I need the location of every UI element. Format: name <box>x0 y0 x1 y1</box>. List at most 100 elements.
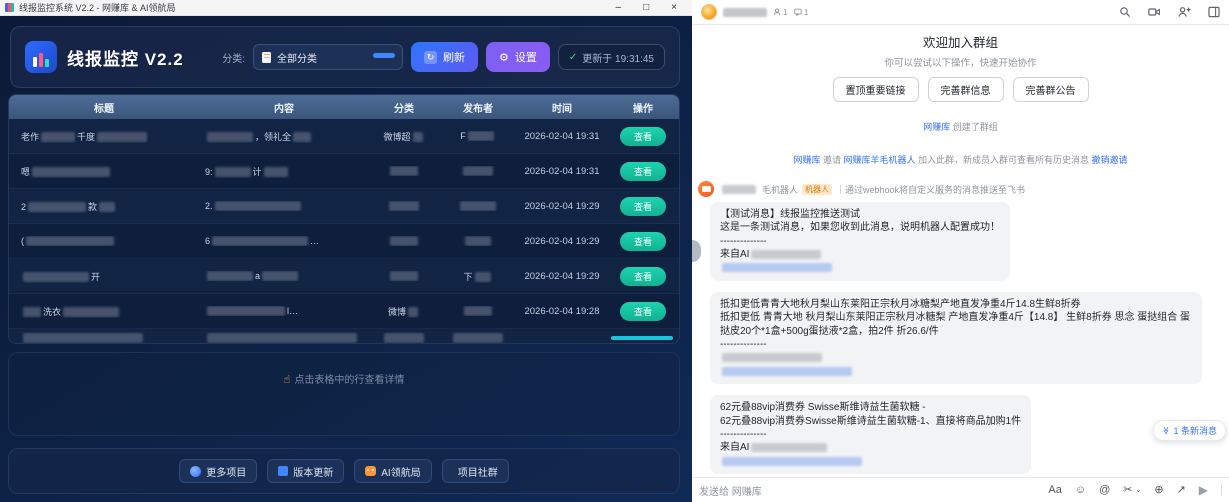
system-messages: 网赚库 创建了群组网赚库 邀请 网赚库羊毛机器人 加入此群，新成员入群可查看所有… <box>692 120 1229 166</box>
send-icon[interactable]: ▶ <box>1199 484 1208 496</box>
screenshot-icon[interactable]: ✂ <box>1123 485 1132 496</box>
system-link[interactable]: 网赚库 <box>793 155 820 165</box>
mention-icon[interactable]: @ <box>1099 485 1110 496</box>
welcome-action-button[interactable]: 置顶重要链接 <box>833 77 919 102</box>
table-row-partial[interactable] <box>9 329 679 344</box>
cell-action: 查看 <box>607 232 679 251</box>
text-fragment: 微博 <box>388 307 406 317</box>
table-row[interactable]: 洗衣l…微博2026-02-04 19:28查看 <box>9 294 679 329</box>
text-fragment: 2. <box>205 201 213 211</box>
video-call-icon[interactable] <box>1148 6 1161 18</box>
text-fragment: 抵扣更低青青大地秋月梨山东莱阳正宗秋月冰糖梨产地直发净重4斤14.8生鲜8折券 <box>720 299 1081 310</box>
emoji-icon[interactable]: ☺ <box>1075 485 1086 496</box>
cell-redacted <box>439 332 517 343</box>
redacted-text <box>97 132 147 142</box>
bot-avatar[interactable] <box>698 181 714 197</box>
view-button[interactable]: 查看 <box>620 232 666 251</box>
redacted-text <box>63 307 119 317</box>
text-fragment: … <box>310 236 319 246</box>
expand-icon[interactable]: ↗ <box>1177 485 1186 496</box>
system-link[interactable]: 撤销邀请 <box>1092 155 1128 165</box>
cell-title: 开 <box>9 270 199 283</box>
category-label: 分类: <box>222 50 245 65</box>
detail-panel: ☝点击表格中的行查看详情 <box>8 352 680 436</box>
refresh-button[interactable]: ↻ 刷新 <box>411 42 478 72</box>
text-fragment: 计 <box>253 167 262 177</box>
message-bubble[interactable]: 62元叠88vip消费券 Swisse斯维诗益生菌软糖 -62元叠88vip消费… <box>710 395 1031 474</box>
group-avatar[interactable] <box>701 4 717 20</box>
cell-action: 查看 <box>607 127 679 146</box>
message-bubble[interactable]: 【测试消息】线报监控推送测试这是一条测试消息，如果您收到此消息，说明机器人配置成… <box>710 202 1010 281</box>
system-link[interactable]: 网赚库羊毛机器人 <box>843 155 915 165</box>
chat-window: 1 1 欢迎加入群组 你可以尝试以下操作，快速开始协作 置顶重要链接完善群信息完… <box>692 0 1229 502</box>
footer-button-robot[interactable]: AI领航局 <box>354 459 431 483</box>
view-button[interactable]: 查看 <box>620 267 666 286</box>
horizontal-scrollbar[interactable] <box>611 336 673 340</box>
format-icon[interactable]: Aa <box>1048 485 1061 496</box>
text-fragment: 62元叠88vip消费券Swisse斯维诗益生菌软糖-1、直接将商品加购1件 <box>720 416 1021 427</box>
close-button[interactable]: × <box>671 3 677 13</box>
view-button[interactable]: 查看 <box>620 302 666 321</box>
app-logo-icon <box>25 41 57 73</box>
thread-count-badge[interactable]: 1 <box>794 7 809 17</box>
system-text: 创建了群组 <box>950 122 998 132</box>
welcome-action-button[interactable]: 完善群公告 <box>1013 77 1089 102</box>
table-row[interactable]: 嗯9:计2026-02-04 19:31查看 <box>9 154 679 189</box>
cell-action: 查看 <box>607 267 679 286</box>
redacted-text <box>215 167 251 177</box>
chevron-down-icon[interactable]: ⌄ <box>1135 487 1141 494</box>
column-header: 发布者 <box>439 100 517 115</box>
minimize-button[interactable]: – <box>616 3 622 13</box>
cell-content: a <box>199 271 369 282</box>
settings-button[interactable]: ⚙ 设置 <box>486 42 550 72</box>
redacted-text <box>468 131 494 141</box>
redacted-text <box>207 333 357 343</box>
text-fragment: 下 <box>463 272 472 282</box>
chevron-double-down-icon: ≫ <box>1162 426 1171 434</box>
add-member-icon[interactable] <box>1178 6 1191 18</box>
sidebar-panel-icon[interactable] <box>1208 6 1220 18</box>
maximize-button[interactable]: □ <box>643 3 649 13</box>
footer-button-globe[interactable]: 更多项目 <box>179 459 257 483</box>
cell-content: 6… <box>199 236 369 247</box>
column-header: 时间 <box>517 100 607 115</box>
redacted-text <box>99 202 115 212</box>
robot-icon <box>365 466 376 476</box>
table-row[interactable]: 开a下2026-02-04 19:29查看 <box>9 259 679 294</box>
search-icon[interactable] <box>1119 6 1131 18</box>
redacted-text <box>390 236 418 246</box>
table-row[interactable]: (6…2026-02-04 19:29查看 <box>9 224 679 259</box>
category-select[interactable]: 全部分类 <box>253 44 403 70</box>
redacted-text <box>293 132 311 142</box>
welcome-action-button[interactable]: 完善群信息 <box>928 77 1004 102</box>
table-row[interactable]: 2款2.2026-02-04 19:29查看 <box>9 189 679 224</box>
text-fragment: 【测试消息】线报监控推送测试 <box>720 209 860 220</box>
cell-publisher <box>439 236 517 247</box>
table-row[interactable]: 老作千度，领礼全微博超F2026-02-04 19:31查看 <box>9 119 679 154</box>
message-input-bar[interactable]: 发送给 网赚库 Aa☺@✂⌄⊕↗▶ <box>692 477 1229 502</box>
message-line: 抵扣更低青青大地秋月梨山东莱阳正宗秋月冰糖梨产地直发净重4斤14.8生鲜8折券 <box>720 298 1192 311</box>
plus-icon[interactable]: ⊕ <box>1154 485 1163 496</box>
footer-button-label: 版本更新 <box>293 464 333 479</box>
redacted-text <box>264 167 288 177</box>
member-count-badge[interactable]: 1 <box>773 7 788 17</box>
bot-bubbles: 【测试消息】线报监控推送测试这是一条测试消息，如果您收到此消息，说明机器人配置成… <box>710 202 1229 477</box>
view-button[interactable]: 查看 <box>620 197 666 216</box>
table-body: 老作千度，领礼全微博超F2026-02-04 19:31查看嗯9:计2026-0… <box>9 119 679 344</box>
message-bubble[interactable]: 抵扣更低青青大地秋月梨山东莱阳正宗秋月冰糖梨产地直发净重4斤14.8生鲜8折券抵… <box>710 292 1202 384</box>
view-button[interactable]: 查看 <box>620 127 666 146</box>
view-button[interactable]: 查看 <box>620 162 666 181</box>
bot-name-row: 毛机器人 机器人 ｜通过webhook将自定义服务的消息推送至飞书 <box>720 183 1025 196</box>
system-link[interactable]: 网赚库 <box>923 122 950 132</box>
footer-button-update[interactable]: 版本更新 <box>267 459 344 483</box>
new-message-pill[interactable]: ≫ 1 条新消息 <box>1153 420 1226 441</box>
gear-icon: ⚙ <box>499 51 509 64</box>
footer-button-label: AI领航局 <box>381 464 420 479</box>
text-fragment: l… <box>287 306 298 316</box>
footer-button-community[interactable]: 项目社群 <box>442 459 509 483</box>
cell-content: 2. <box>199 201 369 212</box>
category-select-value: 全部分类 <box>277 50 317 65</box>
cell-category <box>369 166 439 177</box>
redacted-text <box>722 353 822 362</box>
bot-name-redacted <box>722 185 756 194</box>
